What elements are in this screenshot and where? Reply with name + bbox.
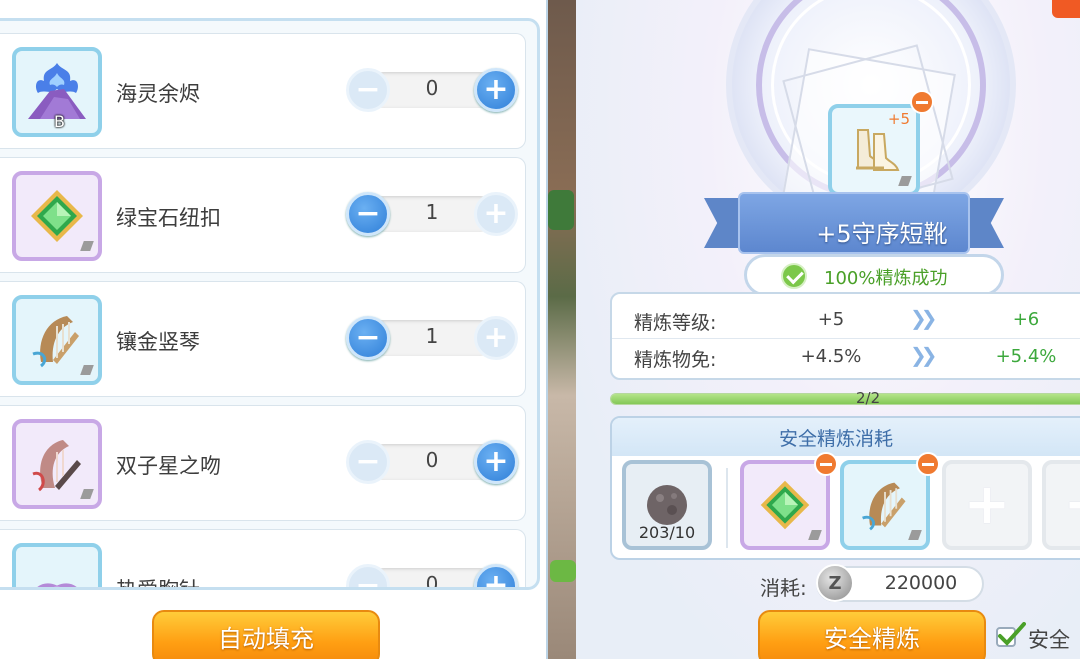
add-icon: +: [963, 472, 1011, 537]
material-name: 镶金竖琴: [116, 330, 200, 354]
minus-icon: −: [355, 72, 381, 107]
empty-material-slot[interactable]: +: [1042, 460, 1080, 550]
progress-text: 2/2: [856, 389, 881, 407]
remove-material-button[interactable]: [916, 452, 940, 476]
double-chevron-right-icon: ❯❯: [910, 343, 937, 367]
material-row: 双子星之吻 0 − +: [0, 405, 526, 521]
corner-marker: [808, 530, 822, 540]
material-row: B 海灵余烬 0 − +: [0, 33, 526, 149]
emerald-icon: [31, 190, 83, 242]
material-name: 海灵余烬: [116, 82, 200, 106]
corner-badge: [1052, 0, 1080, 18]
decrease-button[interactable]: −: [346, 68, 390, 112]
stat-current-value: +4.5%: [800, 346, 862, 367]
corner-marker: [80, 489, 94, 499]
sea-spirit-ember-icon[interactable]: B: [12, 47, 102, 137]
equipment-name: +5守序短靴: [816, 220, 948, 248]
dark-orb-icon: [647, 485, 687, 525]
gemini-kiss-icon[interactable]: [12, 419, 102, 509]
remove-material-button[interactable]: [814, 452, 838, 476]
quantity-stepper: 1 − +: [346, 316, 518, 360]
quantity-stepper: 0 − +: [346, 68, 518, 112]
success-rate-text: 100%精炼成功: [824, 268, 948, 289]
stat-current-value: +5: [817, 309, 845, 330]
refine-panel: +5 +5守序短靴 100%精炼成功 精炼等级: +5 ❯❯ +6 精炼物免: …: [576, 0, 1080, 659]
increase-button[interactable]: +: [474, 68, 518, 112]
refine-progress-bar: [610, 393, 1080, 405]
stat-next-value: +6: [1012, 309, 1040, 330]
minus-icon: −: [355, 320, 381, 355]
safe-refine-button[interactable]: 安全精炼: [758, 610, 986, 659]
material-name: 绿宝石纽扣: [116, 206, 221, 230]
checkmark-icon[interactable]: [996, 622, 1026, 648]
double-chevron-right-icon: ❯❯: [910, 306, 937, 330]
emerald-button-icon[interactable]: [12, 171, 102, 261]
consume-label: 消耗:: [760, 576, 807, 600]
slot-separator: [726, 468, 728, 548]
cost-material-slot[interactable]: [840, 460, 930, 550]
safe-toggle-label: 安全: [1028, 628, 1070, 652]
plus-icon: +: [483, 196, 509, 231]
corner-marker: [898, 176, 912, 186]
love-brooch-icon[interactable]: [12, 543, 102, 587]
empty-material-slot[interactable]: +: [942, 460, 1032, 550]
remove-equipment-button[interactable]: [910, 90, 934, 114]
decrease-button[interactable]: −: [346, 192, 390, 236]
material-row: 镶金竖琴 1 − +: [0, 281, 526, 397]
corner-marker: [80, 365, 94, 375]
increase-button[interactable]: +: [474, 192, 518, 236]
stats-divider: [612, 338, 1080, 339]
corner-marker: [908, 530, 922, 540]
auto-fill-button[interactable]: 自动填充: [152, 610, 380, 659]
refine-level-badge: +5: [887, 110, 910, 128]
plus-icon: +: [483, 72, 509, 107]
material-name: 热爱胸针: [116, 578, 200, 590]
lyre-icon: [32, 440, 81, 492]
harp-icon: [862, 482, 906, 531]
catalyst-count: 203/10: [638, 523, 696, 542]
plus-icon: +: [483, 568, 509, 590]
quantity-stepper: 0 − +: [346, 440, 518, 484]
cost-title: 安全精炼消耗: [778, 428, 893, 450]
stat-label: 精炼物免:: [634, 349, 717, 371]
stat-next-value: +5.4%: [995, 346, 1057, 367]
harp-icon: [32, 316, 79, 368]
material-row: 热爱胸针 0 − +: [0, 529, 526, 590]
plus-icon: +: [483, 444, 509, 479]
minus-icon: −: [355, 196, 381, 231]
material-name: 双子星之吻: [116, 454, 221, 478]
minus-icon: −: [355, 568, 381, 590]
scenery-foliage: [548, 190, 574, 230]
quantity-stepper: 0 − +: [346, 564, 518, 590]
catalyst-slot[interactable]: 203/10: [622, 460, 712, 550]
equipment-slot[interactable]: +5: [828, 104, 920, 196]
boots-icon: [856, 129, 900, 171]
corner-marker: [80, 241, 94, 251]
progress-fill: [611, 394, 1080, 404]
consume-value: 220000: [884, 572, 958, 594]
decrease-button[interactable]: −: [346, 316, 390, 360]
stat-label: 精炼等级:: [634, 312, 717, 334]
zeny-coin-icon: Z: [816, 564, 854, 602]
emerald-icon: [760, 480, 810, 530]
minus-icon: −: [355, 444, 381, 479]
tier-label: B: [54, 112, 65, 131]
increase-button[interactable]: +: [474, 316, 518, 360]
material-row: 绿宝石纽扣 1 − +: [0, 157, 526, 273]
scenery-foliage: [550, 560, 576, 582]
cost-material-slot[interactable]: [740, 460, 830, 550]
material-list[interactable]: B 海灵余烬 0 − + 绿宝石纽扣 1 − + 镶金竖琴 1 − + 双子星之…: [0, 18, 540, 590]
gilded-harp-icon[interactable]: [12, 295, 102, 385]
check-circle-icon: [781, 263, 807, 289]
add-icon: +: [1064, 477, 1080, 533]
quantity-stepper: 1 − +: [346, 192, 518, 236]
increase-button[interactable]: +: [474, 440, 518, 484]
material-panel: B 海灵余烬 0 − + 绿宝石纽扣 1 − + 镶金竖琴 1 − + 双子星之…: [0, 0, 548, 659]
decrease-button[interactable]: −: [346, 440, 390, 484]
plus-icon: +: [483, 320, 509, 355]
brooch-icon: [37, 583, 77, 587]
